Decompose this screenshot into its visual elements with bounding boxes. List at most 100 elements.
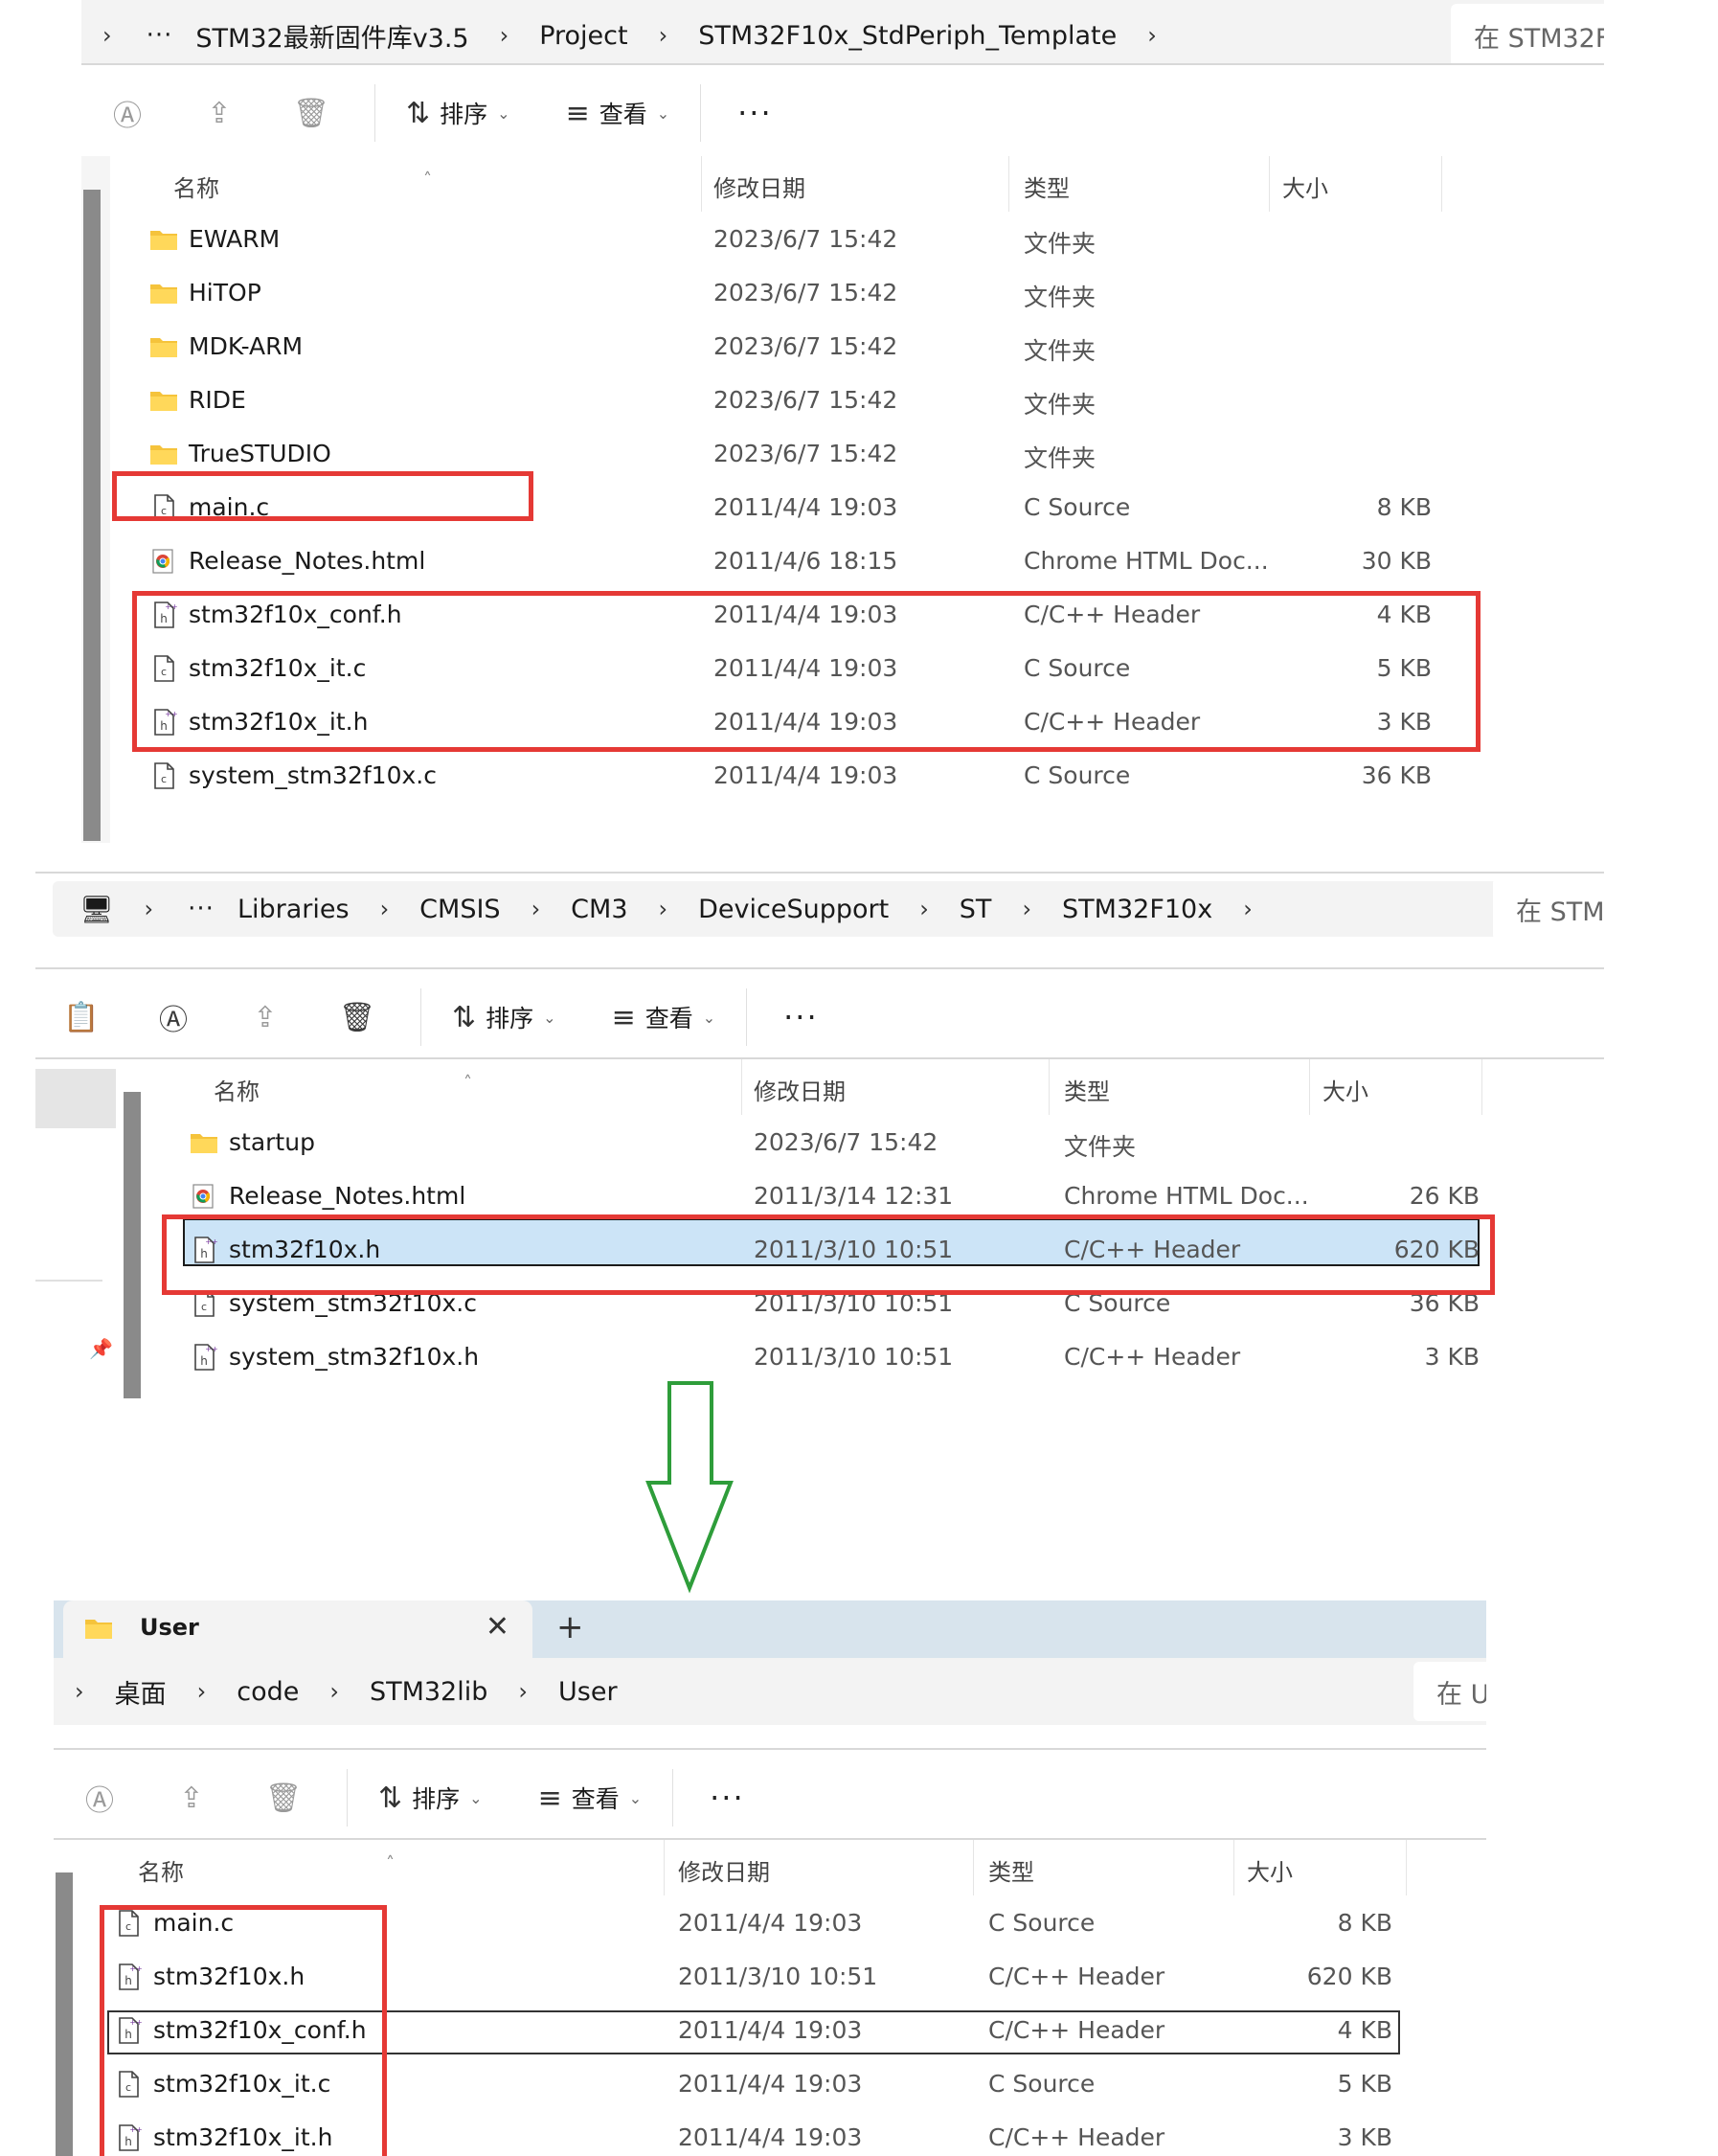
file-row[interactable]: Release_Notes.html 2011/4/6 18:15 Chrome H… bbox=[81, 535, 1604, 589]
column-date[interactable]: 修改日期 bbox=[754, 1073, 846, 1106]
file-type: 文件夹 bbox=[1024, 444, 1096, 472]
sort-button[interactable]: ⇅ 排序 ⌄ bbox=[439, 1000, 570, 1034]
close-icon[interactable]: ✕ bbox=[486, 1610, 509, 1644]
file-type: Chrome HTML Doc... bbox=[1024, 547, 1269, 575]
more-path-icon[interactable]: ··· bbox=[133, 21, 187, 50]
breadcrumb-device-support[interactable]: DeviceSupport bbox=[689, 895, 898, 924]
column-type[interactable]: 类型 bbox=[988, 1853, 1034, 1887]
breadcrumb-project[interactable]: Project bbox=[530, 21, 637, 51]
share-icon[interactable]: ⇪ bbox=[219, 1001, 311, 1034]
address-bar: › ··· STM32最新固件库v3.5 › Project › STM32F1… bbox=[81, 0, 1604, 71]
share-icon[interactable]: ⇪ bbox=[146, 1782, 237, 1815]
search-input[interactable]: 在 STM32F bbox=[1451, 4, 1604, 67]
folder-row[interactable]: EWARM 2023/6/7 15:42 文件夹 bbox=[81, 214, 1604, 267]
breadcrumb-cm3[interactable]: CM3 bbox=[561, 895, 637, 924]
search-input[interactable]: 在 U bbox=[1413, 1662, 1486, 1721]
chevron-right-icon[interactable]: › bbox=[1001, 896, 1052, 922]
delete-icon[interactable]: 🗑 bbox=[265, 97, 357, 130]
header-file-icon bbox=[190, 1343, 218, 1372]
chevron-right-icon[interactable]: › bbox=[638, 896, 689, 922]
view-button[interactable]: ≡ 查看 ⌄ bbox=[553, 96, 684, 130]
breadcrumb-stm32-lib[interactable]: STM32最新固件库v3.5 bbox=[186, 17, 478, 55]
file-name: EWARM bbox=[189, 225, 281, 253]
column-name[interactable]: 名称 bbox=[173, 170, 219, 203]
breadcrumb-desktop[interactable]: 桌面 bbox=[105, 1673, 176, 1711]
chevron-right-icon[interactable]: › bbox=[81, 22, 133, 49]
sort-button[interactable]: ⇅ 排序 ⌄ bbox=[365, 1781, 496, 1815]
folder-icon bbox=[149, 225, 178, 254]
paste-icon[interactable]: 📋 bbox=[35, 1001, 127, 1034]
column-size[interactable]: 大小 bbox=[1282, 170, 1328, 203]
chevron-right-icon[interactable]: › bbox=[497, 1678, 549, 1705]
file-type: 文件夹 bbox=[1024, 337, 1096, 365]
chevron-right-icon[interactable]: › bbox=[359, 896, 411, 922]
folder-row[interactable]: MDK-ARM 2023/6/7 15:42 文件夹 bbox=[81, 321, 1604, 374]
breadcrumb-st[interactable]: ST bbox=[950, 895, 1002, 924]
rename-icon[interactable]: Ⓐ bbox=[81, 92, 173, 134]
c-source-file-icon bbox=[149, 761, 178, 790]
chevron-right-icon[interactable]: › bbox=[308, 1678, 360, 1705]
folder-row[interactable]: startup 2023/6/7 15:42 文件夹 bbox=[122, 1117, 1604, 1170]
file-name: TrueSTUDIO bbox=[189, 440, 331, 467]
rename-icon[interactable]: Ⓐ bbox=[54, 1777, 146, 1819]
file-row[interactable]: system_stm32f10x.h 2011/3/10 10:51 C/C++ H… bbox=[122, 1331, 1604, 1385]
more-path-icon[interactable]: ··· bbox=[174, 895, 228, 923]
sort-button[interactable]: ⇅ 排序 ⌄ bbox=[393, 96, 524, 130]
column-date[interactable]: 修改日期 bbox=[678, 1853, 770, 1887]
more-options-icon[interactable]: ··· bbox=[718, 95, 792, 131]
chevron-right-icon[interactable]: › bbox=[176, 1678, 228, 1705]
column-type[interactable]: 类型 bbox=[1064, 1073, 1110, 1106]
file-name: RIDE bbox=[189, 386, 246, 414]
tab-user[interactable]: User ✕ bbox=[63, 1600, 532, 1658]
folder-row[interactable]: RIDE 2023/6/7 15:42 文件夹 bbox=[81, 374, 1604, 428]
delete-icon[interactable]: 🗑 bbox=[311, 1001, 403, 1034]
file-date: 2011/4/6 18:15 bbox=[713, 547, 898, 575]
share-icon[interactable]: ⇪ bbox=[173, 97, 265, 130]
chevron-right-icon[interactable]: › bbox=[124, 896, 175, 922]
breadcrumb-template[interactable]: STM32F10x_StdPeriph_Template bbox=[689, 21, 1126, 51]
chevron-right-icon[interactable]: › bbox=[54, 1678, 105, 1705]
file-type: C Source bbox=[1024, 493, 1131, 521]
column-size[interactable]: 大小 bbox=[1322, 1073, 1368, 1106]
delete-icon[interactable]: 🗑 bbox=[237, 1782, 329, 1815]
breadcrumb-stm32f10x[interactable]: STM32F10x bbox=[1052, 895, 1222, 924]
column-type[interactable]: 类型 bbox=[1024, 170, 1070, 203]
file-size: 26 KB bbox=[1409, 1182, 1480, 1210]
column-size[interactable]: 大小 bbox=[1247, 1853, 1293, 1887]
view-button[interactable]: ≡ 查看 ⌄ bbox=[525, 1781, 656, 1815]
chevron-right-icon[interactable]: › bbox=[510, 896, 562, 922]
file-size: 8 KB bbox=[1376, 493, 1432, 521]
breadcrumb-code[interactable]: code bbox=[227, 1677, 308, 1707]
chevron-right-icon[interactable]: › bbox=[638, 22, 689, 49]
file-row[interactable]: system_stm32f10x.c 2011/4/4 19:03 C Source… bbox=[81, 750, 1604, 804]
file-date: 2011/3/14 12:31 bbox=[754, 1182, 954, 1210]
file-size: 36 KB bbox=[1361, 761, 1432, 789]
sort-icon: ⇅ bbox=[378, 1781, 403, 1815]
file-name: system_stm32f10x.c bbox=[189, 761, 437, 789]
this-pc-icon[interactable]: 🖥 bbox=[70, 894, 124, 925]
folder-row[interactable]: HiTOP 2023/6/7 15:42 文件夹 bbox=[81, 267, 1604, 321]
breadcrumb-cmsis[interactable]: CMSIS bbox=[410, 895, 509, 924]
chevron-right-icon[interactable]: › bbox=[1126, 22, 1178, 49]
breadcrumb-user[interactable]: User bbox=[549, 1677, 627, 1707]
column-date[interactable]: 修改日期 bbox=[713, 170, 805, 203]
explorer-window-user: User ✕ + › 桌面 › code › STM32lib › User 在… bbox=[54, 1600, 1486, 2156]
address-bar: › 桌面 › code › STM32lib › User 在 U bbox=[54, 1658, 1486, 1725]
chevron-right-icon[interactable]: › bbox=[898, 896, 950, 922]
chevron-right-icon[interactable]: › bbox=[1222, 896, 1274, 922]
breadcrumb-libraries[interactable]: Libraries bbox=[228, 895, 359, 924]
more-options-icon[interactable]: ··· bbox=[690, 1780, 764, 1816]
chevron-down-icon: ⌄ bbox=[702, 1008, 716, 1027]
pin-icon[interactable]: 📌 bbox=[89, 1337, 113, 1360]
search-input[interactable]: 在 STM bbox=[1493, 877, 1604, 941]
breadcrumb-stm32lib[interactable]: STM32lib bbox=[360, 1677, 497, 1707]
column-name[interactable]: 名称 bbox=[214, 1073, 260, 1106]
chevron-right-icon[interactable]: › bbox=[479, 22, 531, 49]
file-date: 2023/6/7 15:42 bbox=[754, 1128, 938, 1156]
new-tab-icon[interactable]: + bbox=[556, 1608, 584, 1646]
column-name[interactable]: 名称 bbox=[138, 1853, 184, 1887]
nav-item-selected[interactable] bbox=[35, 1069, 116, 1128]
more-options-icon[interactable]: ··· bbox=[764, 999, 838, 1035]
view-button[interactable]: ≡ 查看 ⌄ bbox=[599, 1000, 730, 1034]
rename-icon[interactable]: Ⓐ bbox=[127, 996, 219, 1038]
